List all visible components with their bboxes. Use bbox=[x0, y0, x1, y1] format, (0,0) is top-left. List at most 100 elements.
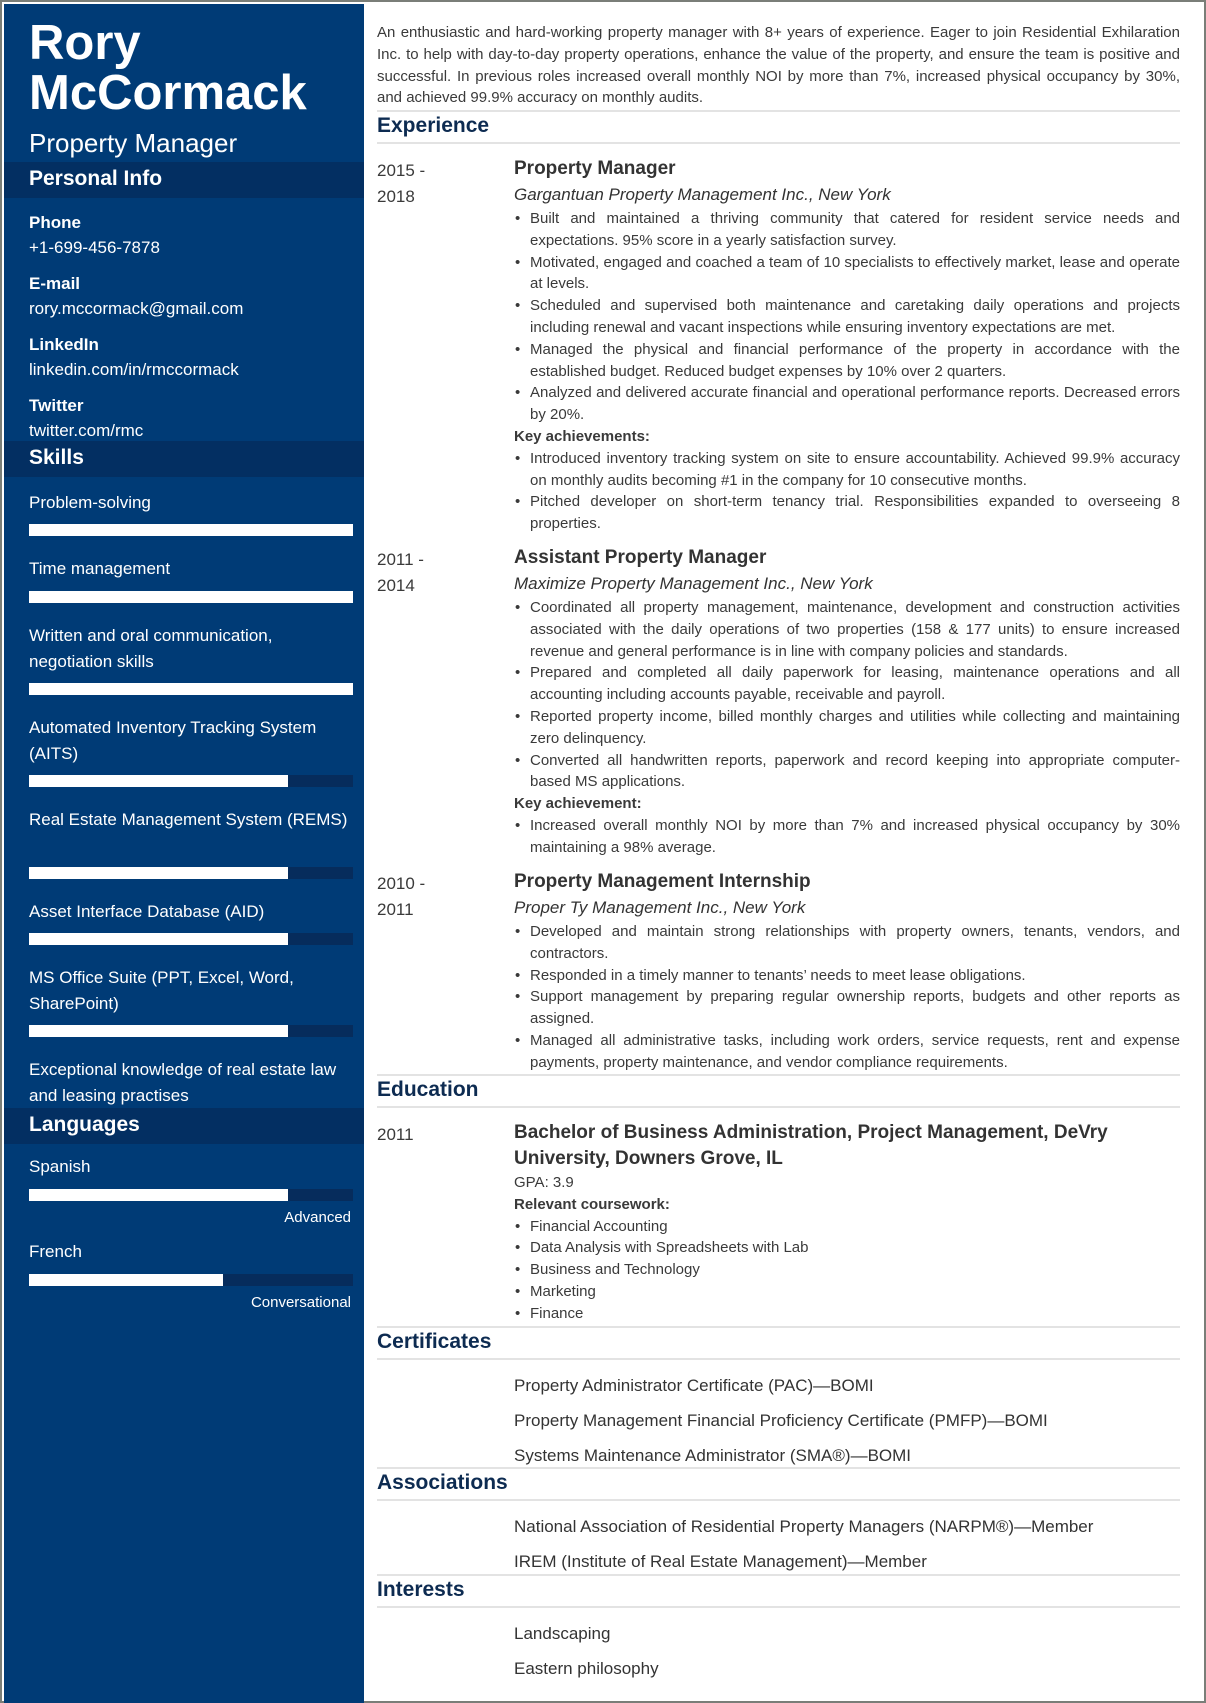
linkedin-label: LinkedIn bbox=[29, 335, 99, 354]
twitter-value[interactable]: twitter.com/rmc bbox=[29, 421, 143, 441]
job-entry: Property Manager Gargantuan Property Man… bbox=[514, 156, 1180, 535]
coursework-heading: Relevant coursework: bbox=[514, 1195, 670, 1213]
bullet-item: Support management by preparing regular … bbox=[514, 986, 1180, 1030]
interests-heading: Interests bbox=[377, 1574, 1180, 1608]
bullet-item: Developed and maintain strong relationsh… bbox=[514, 921, 1180, 965]
summary: An enthusiastic and hard-working propert… bbox=[377, 24, 1180, 107]
bullet-item: Responded in a timely manner to tenants’… bbox=[514, 965, 1180, 987]
bullet-item: Managed the physical and financial perfo… bbox=[514, 339, 1180, 383]
last-name: McCormack bbox=[29, 66, 307, 120]
skill-name: Real Estate Management System (REMS) bbox=[29, 810, 348, 829]
language-bar bbox=[29, 1274, 353, 1286]
languages-heading: Languages bbox=[4, 1108, 364, 1144]
bullet-item: Reported property income, billed monthly… bbox=[514, 706, 1180, 750]
email-value[interactable]: rory.mccormack@gmail.com bbox=[29, 299, 243, 319]
certificates-heading: Certificates bbox=[377, 1326, 1180, 1360]
skill-bar-fill bbox=[29, 1025, 289, 1037]
bullet-item: Pitched developer on short-term tenancy … bbox=[514, 491, 1180, 535]
gpa: GPA: 3.9 bbox=[514, 1174, 574, 1191]
education-heading: Education bbox=[377, 1074, 1180, 1108]
skill-name: Automated Inventory Tracking System (AIT… bbox=[29, 718, 317, 763]
job-org: Proper Ty Management Inc., New York bbox=[514, 898, 806, 917]
job-date: 2015 - 2018 bbox=[377, 161, 426, 206]
skill-name: Time management bbox=[29, 559, 171, 578]
email-label: E-mail bbox=[29, 274, 81, 293]
skill-bar-fill bbox=[29, 683, 353, 695]
skills-heading: Skills bbox=[4, 441, 364, 477]
certificate-item: Property Management Financial Proficienc… bbox=[514, 1411, 1048, 1430]
job-org: Maximize Property Management Inc., New Y… bbox=[514, 574, 873, 593]
job-title: Property Manager bbox=[29, 128, 238, 158]
language-bar bbox=[29, 1189, 353, 1201]
key-achievements-heading: Key achievements: bbox=[514, 427, 650, 445]
job-entry: Assistant Property Manager Maximize Prop… bbox=[514, 545, 1180, 859]
personal-info-heading: Personal Info bbox=[4, 162, 364, 198]
bullet-item: Motivated, engaged and coached a team of… bbox=[514, 252, 1180, 296]
skill-bar-fill bbox=[29, 867, 289, 879]
skill-name: Problem-solving bbox=[29, 493, 151, 512]
bullet-item: Analyzed and delivered accurate financia… bbox=[514, 382, 1180, 426]
skill-bar-fill bbox=[29, 524, 353, 536]
job-title: Property Management Internship bbox=[514, 871, 811, 892]
skill-bar bbox=[29, 524, 353, 536]
bullet-item: Converted all handwritten reports, paper… bbox=[514, 750, 1180, 794]
bullet-item: Data Analysis with Spreadsheets with Lab bbox=[514, 1237, 1180, 1259]
coursework-list: Financial AccountingData Analysis with S… bbox=[514, 1216, 1180, 1325]
bullet-item: Scheduled and supervised both maintenanc… bbox=[514, 295, 1180, 339]
bullet-item: Built and maintained a thriving communit… bbox=[514, 208, 1180, 252]
skill-name: Asset Interface Database (AID) bbox=[29, 902, 265, 921]
job-entry: Property Management Internship Proper Ty… bbox=[514, 869, 1180, 1074]
bullet-item: Coordinated all property management, mai… bbox=[514, 597, 1180, 662]
skill-bar bbox=[29, 683, 353, 695]
job-date: 2010 - 2011 bbox=[377, 874, 426, 919]
association-item: IREM (Institute of Real Estate Managemen… bbox=[514, 1552, 927, 1571]
resume-page: Rory McCormack Property Manager Personal… bbox=[0, 0, 1206, 1703]
language-bar-fill bbox=[29, 1189, 289, 1201]
experience-heading: Experience bbox=[377, 110, 1180, 144]
language-level: Conversational bbox=[250, 1294, 351, 1311]
education-date: 2011 bbox=[377, 1125, 414, 1144]
bullet-item: Introduced inventory tracking system on … bbox=[514, 448, 1180, 492]
interest-item: Landscaping bbox=[514, 1624, 611, 1643]
candidate-name: Rory McCormack bbox=[29, 18, 307, 118]
sidebar: Rory McCormack Property Manager Personal… bbox=[4, 4, 364, 1703]
bullet-item: Increased overall monthly NOI by more th… bbox=[514, 815, 1180, 859]
bullet-item: Financial Accounting bbox=[514, 1216, 1180, 1238]
job-org: Gargantuan Property Management Inc., New… bbox=[514, 185, 891, 204]
job-title: Property Manager bbox=[514, 158, 676, 179]
skill-bar bbox=[29, 933, 353, 945]
certificate-item: Systems Maintenance Administrator (SMA®)… bbox=[514, 1446, 912, 1465]
twitter-label: Twitter bbox=[29, 396, 84, 415]
job-bullets: Developed and maintain strong relationsh… bbox=[514, 921, 1180, 1074]
interest-item: Eastern philosophy bbox=[514, 1659, 659, 1678]
skill-bar bbox=[29, 775, 353, 787]
bullet-item: Managed all administrative tasks, includ… bbox=[514, 1030, 1180, 1074]
skill-bar bbox=[29, 1025, 353, 1037]
skill-bar bbox=[29, 591, 353, 603]
association-item: National Association of Residential Prop… bbox=[514, 1517, 1094, 1536]
associations-heading: Associations bbox=[377, 1467, 1180, 1501]
language-bar-fill bbox=[29, 1274, 224, 1286]
language-level: Advanced bbox=[284, 1209, 351, 1226]
skill-bar bbox=[29, 867, 353, 879]
job-bullets: Built and maintained a thriving communit… bbox=[514, 208, 1180, 426]
key-achievements: Introduced inventory tracking system on … bbox=[514, 448, 1180, 535]
skill-bar-fill bbox=[29, 591, 353, 603]
language-name: Spanish bbox=[29, 1157, 91, 1176]
language-name: French bbox=[29, 1242, 82, 1261]
job-bullets: Coordinated all property management, mai… bbox=[514, 597, 1180, 793]
job-date: 2011 - 2014 bbox=[377, 550, 424, 595]
bullet-item: Prepared and completed all daily paperwo… bbox=[514, 662, 1180, 706]
bullet-item: Business and Technology bbox=[514, 1259, 1180, 1281]
skill-bar-fill bbox=[29, 775, 289, 787]
education-entry: Bachelor of Business Administration, Pro… bbox=[514, 1120, 1180, 1325]
certificate-item: Property Administrator Certificate (PAC)… bbox=[514, 1376, 874, 1395]
degree: Bachelor of Business Administration, Pro… bbox=[514, 1122, 1108, 1169]
linkedin-value[interactable]: linkedin.com/in/rmccormack bbox=[29, 360, 239, 380]
skill-bar-fill bbox=[29, 933, 289, 945]
phone-label: Phone bbox=[29, 213, 81, 232]
bullet-item: Finance bbox=[514, 1303, 1180, 1325]
bullet-item: Marketing bbox=[514, 1281, 1180, 1303]
skill-name: MS Office Suite (PPT, Excel, Word, Share… bbox=[29, 968, 294, 1013]
first-name: Rory bbox=[29, 16, 141, 70]
